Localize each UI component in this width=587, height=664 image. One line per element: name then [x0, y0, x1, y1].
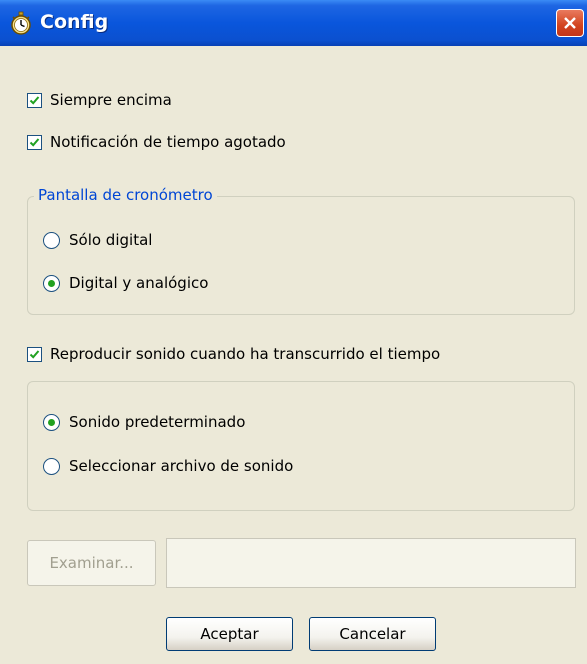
window-title: Config — [40, 11, 109, 33]
stopwatch-display-legend: Pantalla de cronómetro — [34, 186, 217, 204]
close-button[interactable] — [556, 9, 584, 37]
checkbox-box[interactable] — [27, 346, 42, 362]
checkbox-box[interactable] — [27, 134, 42, 150]
checkmark-icon — [29, 95, 40, 105]
radio-selected-dot — [48, 279, 55, 287]
title-bar[interactable]: Config — [0, 0, 587, 46]
checkmark-icon — [29, 349, 40, 359]
always-on-top-checkbox[interactable]: Siempre encima — [27, 90, 172, 110]
timeout-notification-label: Notificación de tiempo agotado — [50, 133, 286, 151]
radio-button[interactable] — [43, 231, 60, 249]
radio-label: Sonido predeterminado — [69, 413, 246, 431]
accept-button[interactable]: Aceptar — [166, 617, 293, 651]
always-on-top-label: Siempre encima — [50, 91, 172, 109]
sound-file-path-field[interactable] — [166, 538, 576, 588]
radio-button[interactable] — [43, 274, 60, 292]
radio-label: Sólo digital — [69, 231, 153, 249]
radio-digital-only[interactable]: Sólo digital — [43, 230, 152, 250]
stopwatch-display-group — [27, 196, 575, 315]
radio-button[interactable] — [43, 457, 60, 475]
stopwatch-icon — [9, 11, 33, 35]
radio-default-sound[interactable]: Sonido predeterminado — [43, 412, 245, 432]
checkbox-box[interactable] — [27, 92, 42, 108]
checkmark-icon — [29, 137, 40, 147]
radio-selected-dot — [48, 418, 55, 426]
play-sound-label: Reproducir sonido cuando ha transcurrido… — [50, 345, 441, 363]
radio-select-sound-file[interactable]: Seleccionar archivo de sonido — [43, 456, 293, 476]
radio-button[interactable] — [43, 413, 60, 431]
sound-options-group — [27, 381, 575, 511]
cancel-button[interactable]: Cancelar — [309, 617, 436, 651]
browse-button[interactable]: Examinar... — [27, 540, 156, 586]
radio-label: Seleccionar archivo de sonido — [69, 457, 294, 475]
radio-label: Digital y analógico — [69, 274, 209, 292]
play-sound-checkbox[interactable]: Reproducir sonido cuando ha transcurrido… — [27, 344, 440, 364]
radio-digital-analog[interactable]: Digital y analógico — [43, 273, 208, 293]
config-dialog: Config Siempre encima Notificación de ti… — [0, 0, 587, 664]
close-icon — [564, 17, 576, 29]
timeout-notification-checkbox[interactable]: Notificación de tiempo agotado — [27, 132, 286, 152]
